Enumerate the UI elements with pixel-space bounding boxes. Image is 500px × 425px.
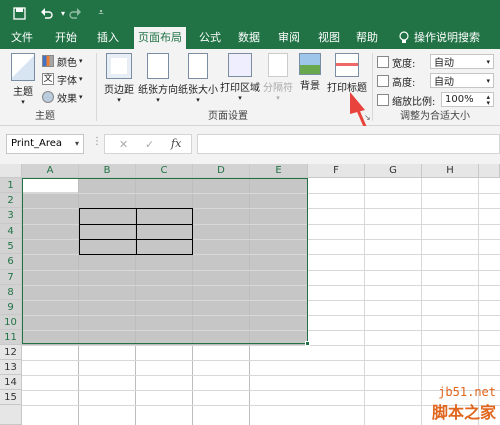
column-header-next[interactable]: [479, 164, 500, 178]
gridline: [22, 315, 500, 316]
gridline: [22, 330, 500, 331]
row-header-13[interactable]: 13: [0, 360, 22, 375]
row-header-4[interactable]: 4: [0, 224, 22, 239]
row-header-9[interactable]: 9: [0, 300, 22, 315]
watermark-name: 脚本之家: [431, 403, 496, 422]
gridline: [22, 270, 500, 271]
column-header-a[interactable]: A: [22, 164, 79, 178]
table-inner-border: [136, 208, 137, 255]
row-header-1[interactable]: 1: [0, 178, 22, 193]
row-header-10[interactable]: 10: [0, 315, 22, 330]
row-header-5[interactable]: 5: [0, 239, 22, 254]
watermark: jb51.net 脚本之家: [432, 385, 496, 423]
row-header-3[interactable]: 3: [0, 208, 22, 224]
gridline: [22, 360, 500, 361]
gridline: [22, 345, 500, 346]
selected-range[interactable]: [22, 178, 308, 345]
column-header-e[interactable]: E: [250, 164, 308, 178]
table-inner-border: [79, 224, 193, 225]
gridline: [22, 375, 500, 376]
formula-input[interactable]: [197, 134, 500, 154]
column-header-g[interactable]: G: [365, 164, 422, 178]
insert-function-icon[interactable]: fx: [171, 137, 181, 150]
row-header-7[interactable]: 7: [0, 270, 22, 285]
row-header-12[interactable]: 12: [0, 345, 22, 360]
resize-handle-icon[interactable]: ⋮: [92, 136, 102, 147]
active-cell-a1[interactable]: [22, 178, 79, 193]
worksheet-grid[interactable]: A B C D E F G H 1 2 3 4 5 6 7 8 9 10 11 …: [0, 164, 500, 425]
row-header-2[interactable]: 2: [0, 193, 22, 208]
row-header-8[interactable]: 8: [0, 285, 22, 300]
row-header-14[interactable]: 14: [0, 375, 22, 390]
select-all-corner[interactable]: [0, 164, 22, 178]
row-header-11[interactable]: 11: [0, 330, 22, 345]
column-header-f[interactable]: F: [308, 164, 365, 178]
name-box-value: Print_Area: [11, 138, 63, 149]
confirm-icon[interactable]: ✓: [145, 138, 154, 151]
formula-bar: Print_Area ▾ ⋮ ✕ ✓ fx: [0, 126, 500, 164]
row-header-next[interactable]: [0, 405, 22, 425]
column-header-c[interactable]: C: [136, 164, 193, 178]
column-header-d[interactable]: D: [193, 164, 250, 178]
row-header-15[interactable]: 15: [0, 390, 22, 405]
annotation-arrow-head: [350, 92, 365, 114]
row-header-6[interactable]: 6: [0, 254, 22, 270]
gridline: [364, 178, 365, 425]
gridline: [22, 390, 500, 391]
cancel-icon[interactable]: ✕: [119, 138, 128, 151]
column-header-b[interactable]: B: [79, 164, 136, 178]
watermark-site: jb51.net: [438, 385, 496, 399]
table-inner-border: [79, 239, 193, 240]
name-box[interactable]: Print_Area ▾: [6, 134, 84, 154]
gridline: [421, 178, 422, 425]
column-header-h[interactable]: H: [422, 164, 479, 178]
gridline: [22, 300, 500, 301]
chevron-down-icon: ▾: [74, 139, 79, 148]
formula-buttons: ✕ ✓ fx: [104, 134, 192, 154]
gridline: [22, 405, 500, 406]
gridline: [22, 193, 500, 194]
fill-handle[interactable]: [305, 341, 310, 346]
gridline: [22, 285, 500, 286]
gridline: [249, 178, 250, 425]
